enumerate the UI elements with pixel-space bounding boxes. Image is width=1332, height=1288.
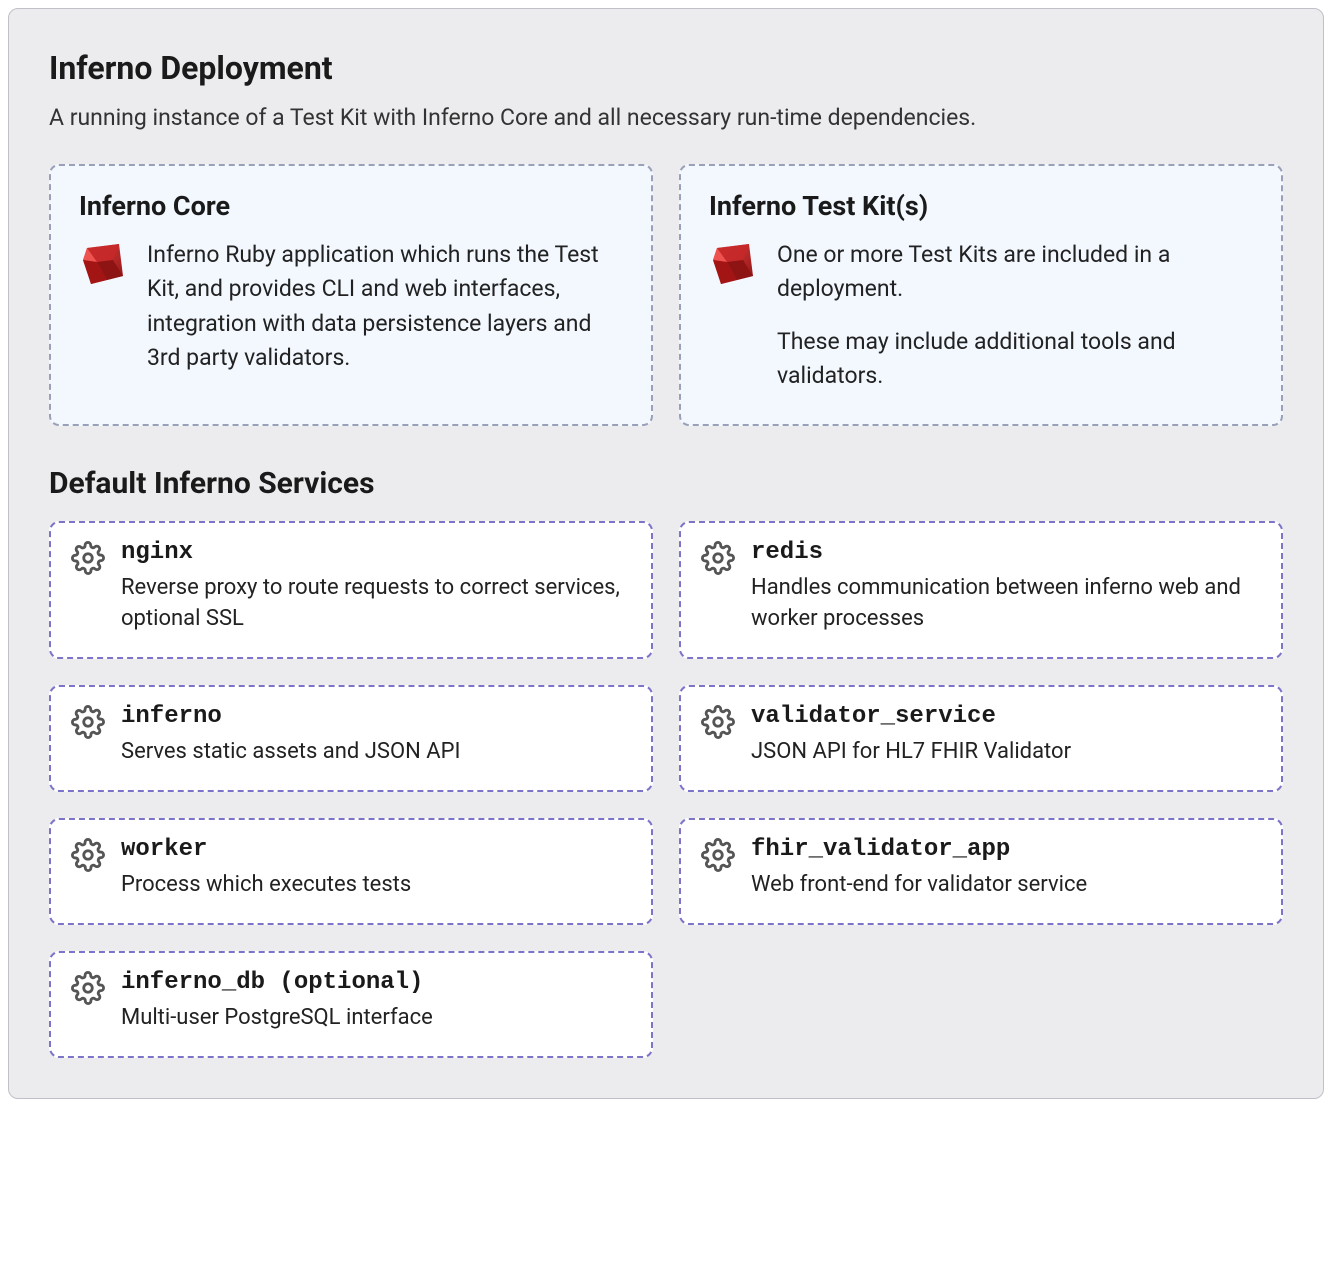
ruby-icon <box>79 240 127 288</box>
core-card-paragraph: One or more Test Kits are included in a … <box>777 238 1253 307</box>
core-card-text: Inferno Ruby application which runs the … <box>147 238 623 376</box>
service-card-worker: worker Process which executes tests <box>49 818 653 925</box>
service-desc: Web front-end for validator service <box>751 869 1087 901</box>
core-card-paragraph: These may include additional tools and v… <box>777 325 1253 394</box>
gear-icon <box>71 705 105 739</box>
service-desc: Process which executes tests <box>121 869 411 901</box>
core-card-title: Inferno Test Kit(s) <box>709 190 1253 222</box>
core-card-title: Inferno Core <box>79 190 623 222</box>
core-cards-row: Inferno Core <box>49 164 1283 426</box>
services-grid: nginx Reverse proxy to route requests to… <box>49 521 1283 1058</box>
service-name: inferno <box>121 703 460 730</box>
gear-icon <box>701 541 735 575</box>
gear-icon <box>701 838 735 872</box>
service-name: inferno_db (optional) <box>121 969 433 996</box>
deployment-subtitle: A running instance of a Test Kit with In… <box>49 101 1283 136</box>
gear-icon <box>71 838 105 872</box>
service-name: redis <box>751 539 1261 566</box>
service-desc: Handles communication between inferno we… <box>751 572 1261 636</box>
service-card-nginx: nginx Reverse proxy to route requests to… <box>49 521 653 660</box>
deployment-title: Inferno Deployment <box>49 49 1283 87</box>
service-desc: Multi-user PostgreSQL interface <box>121 1002 433 1034</box>
service-name: validator_service <box>751 703 1071 730</box>
gear-icon <box>71 971 105 1005</box>
ruby-icon <box>709 240 757 288</box>
gear-icon <box>701 705 735 739</box>
service-name: nginx <box>121 539 631 566</box>
service-name: fhir_validator_app <box>751 836 1087 863</box>
service-desc: Serves static assets and JSON API <box>121 736 460 768</box>
service-desc: JSON API for HL7 FHIR Validator <box>751 736 1071 768</box>
service-card-fhir-validator-app: fhir_validator_app Web front-end for val… <box>679 818 1283 925</box>
deployment-container: Inferno Deployment A running instance of… <box>8 8 1324 1099</box>
service-card-inferno-db: inferno_db (optional) Multi-user Postgre… <box>49 951 653 1058</box>
inferno-test-kits-card: Inferno Test Kit(s) <box>679 164 1283 426</box>
service-card-inferno: inferno Serves static assets and JSON AP… <box>49 685 653 792</box>
services-section-title: Default Inferno Services <box>49 466 1283 501</box>
service-card-redis: redis Handles communication between infe… <box>679 521 1283 660</box>
service-name: worker <box>121 836 411 863</box>
inferno-core-card: Inferno Core <box>49 164 653 426</box>
gear-icon <box>71 541 105 575</box>
service-card-validator-service: validator_service JSON API for HL7 FHIR … <box>679 685 1283 792</box>
service-desc: Reverse proxy to route requests to corre… <box>121 572 631 636</box>
core-card-text: One or more Test Kits are included in a … <box>777 238 1253 394</box>
core-card-paragraph: Inferno Ruby application which runs the … <box>147 238 623 376</box>
